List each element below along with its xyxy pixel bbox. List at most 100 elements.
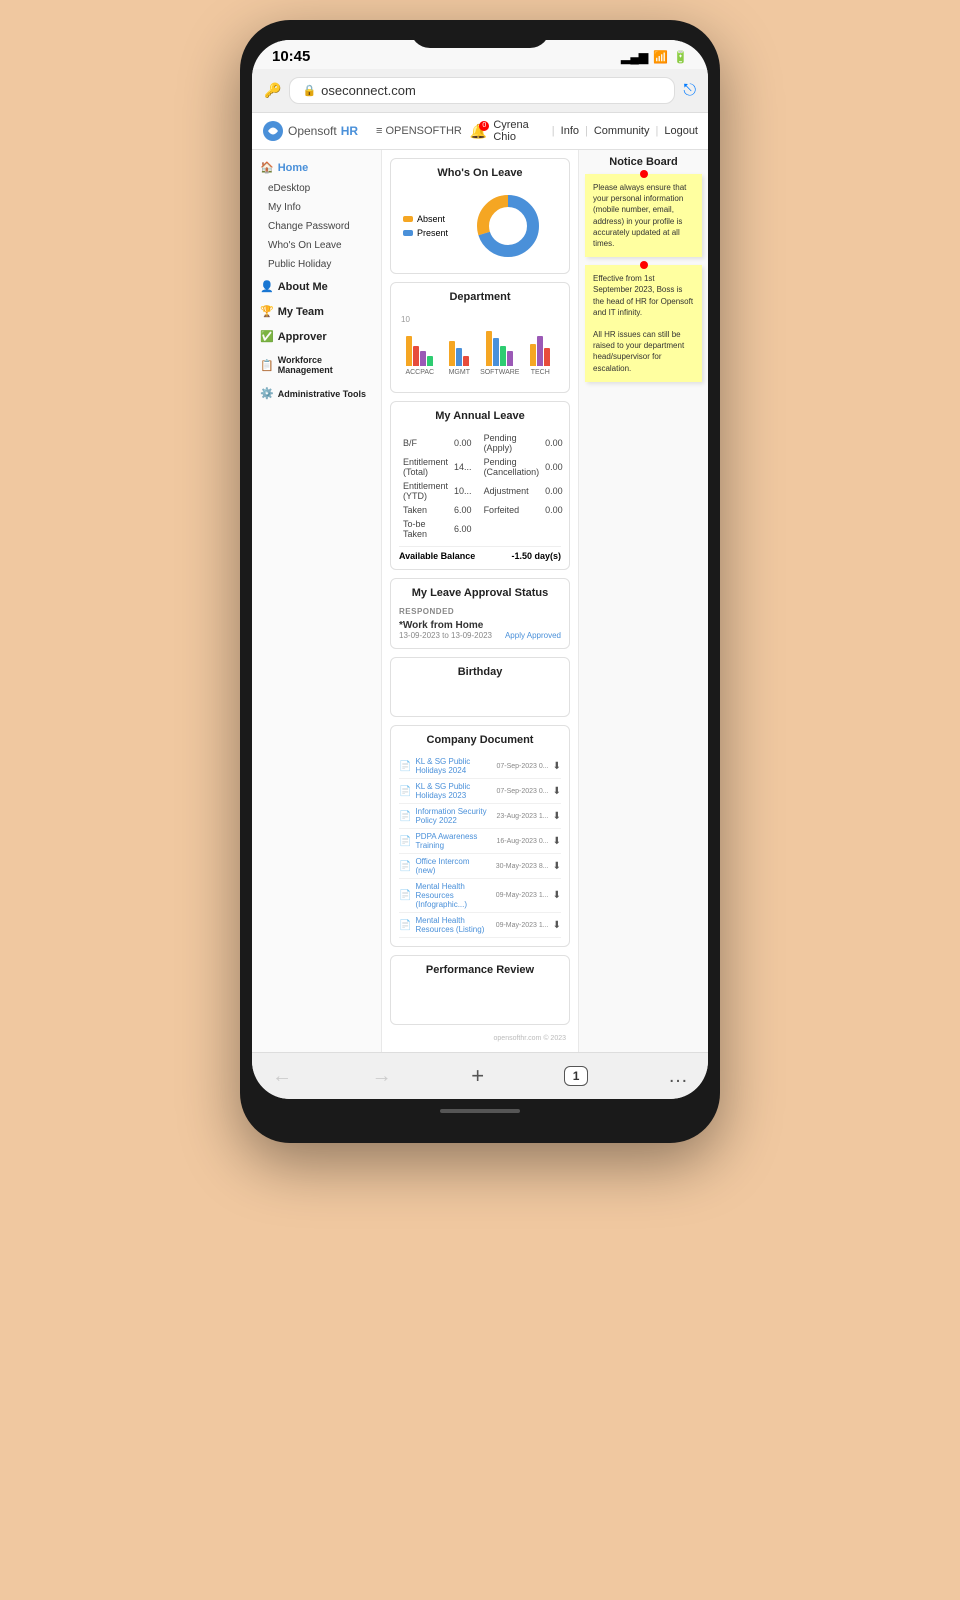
download-icon[interactable]: ⬇	[553, 861, 561, 872]
absent-label: Absent	[417, 214, 445, 224]
footer-copyright: opensofthr.com © 2023	[390, 1033, 570, 1044]
sidebar-item-admin-tools[interactable]: ⚙️ Administrative Tools	[252, 381, 381, 406]
admin-tools-label: Administrative Tools	[278, 389, 366, 399]
doc-name[interactable]: Mental Health Resources (Listing)	[415, 916, 491, 934]
leave-balance: Available Balance -1.50 day(s)	[399, 546, 561, 561]
browser-bar: 🔑 🔒 oseconnect.com ⎋	[252, 69, 708, 113]
doc-name[interactable]: Office Intercom (new)	[415, 857, 491, 875]
present-label: Present	[417, 228, 448, 238]
present-dot	[403, 230, 413, 236]
doc-list: 📄 KL & SG Public Holidays 2024 07-Sep-20…	[399, 754, 561, 938]
workforce-icon: 📋	[260, 359, 274, 372]
leave-row-value: 6.00	[452, 518, 474, 540]
whos-on-leave-card: Who's On Leave Absent Present	[390, 158, 570, 274]
bar-label-tech: TECH	[531, 369, 550, 376]
about-me-label: About Me	[278, 281, 328, 293]
download-icon[interactable]: ⬇	[553, 761, 561, 772]
absent-dot	[403, 216, 413, 222]
doc-date: 09-May-2023 1...	[496, 922, 549, 929]
more-options-button[interactable]: …	[668, 1065, 688, 1088]
bar-chart: ACCPAC MGMT	[401, 326, 559, 376]
notification-badge: 0	[479, 121, 489, 131]
department-chart: 10 ACCPAC	[399, 311, 561, 384]
my-team-label: My Team	[278, 306, 324, 318]
status-time: 10:45	[272, 48, 310, 65]
share-icon[interactable]: ⎋	[683, 82, 696, 100]
admin-tools-icon: ⚙️	[260, 387, 274, 400]
sticky-note-1: Please always ensure that your personal …	[585, 174, 702, 257]
nav-menu-trigger[interactable]: ≡ OPENSOFTHR	[376, 125, 462, 137]
sidebar-item-whos-on-leave[interactable]: Who's On Leave	[252, 236, 381, 255]
brand-logo: OpensoftHR	[262, 120, 358, 142]
nav-right: 🔔0 Cyrena Chio | Info | Community | Logo…	[470, 119, 698, 143]
leave-row-value2: 0.00	[543, 504, 565, 516]
sticky-note-2: Effective from 1st September 2023, Boss …	[585, 265, 702, 382]
balance-value: -1.50 day(s)	[511, 551, 561, 561]
list-item: 📄 Office Intercom (new) 30-May-2023 8...…	[399, 854, 561, 879]
sidebar-item-home[interactable]: 🏠 Home	[252, 156, 381, 179]
doc-date: 07-Sep-2023 0...	[496, 788, 548, 795]
add-tab-button[interactable]: +	[471, 1063, 484, 1089]
signal-icon: ▂▄▆	[621, 50, 648, 64]
doc-name[interactable]: Mental Health Resources (Infographic...)	[415, 882, 491, 909]
download-icon[interactable]: ⬇	[553, 811, 561, 822]
download-icon[interactable]: ⬇	[553, 890, 561, 901]
leave-row-value2: 0.00	[543, 456, 565, 478]
sidebar-item-my-team[interactable]: 🏆 My Team	[252, 299, 381, 324]
nav-sep1: |	[552, 125, 555, 137]
doc-name[interactable]: Information Security Policy 2022	[415, 807, 492, 825]
doc-icon: 📄	[399, 861, 411, 872]
notification-bell-icon[interactable]: 🔔0	[470, 123, 487, 140]
sticky-note-2-text: Effective from 1st September 2023, Boss …	[593, 274, 693, 373]
sidebar-item-change-password[interactable]: Change Password	[252, 217, 381, 236]
sidebar-home-label: Home	[278, 162, 309, 174]
performance-review-card: Performance Review	[390, 955, 570, 1025]
legend-item-present: Present	[403, 228, 448, 238]
bar	[449, 341, 455, 366]
download-icon[interactable]: ⬇	[553, 836, 561, 847]
sidebar-item-about-me[interactable]: 👤 About Me	[252, 274, 381, 299]
back-button[interactable]: ←	[272, 1065, 292, 1088]
top-nav: OpensoftHR ≡ OPENSOFTHR 🔔0 Cyrena Chio |…	[252, 113, 708, 150]
sticky-note-1-text: Please always ensure that your personal …	[593, 183, 686, 248]
doc-name[interactable]: KL & SG Public Holidays 2024	[415, 757, 492, 775]
sidebar-item-approver[interactable]: ✅ Approver	[252, 324, 381, 349]
leave-row-value: 14...	[452, 456, 474, 478]
forward-button[interactable]: →	[372, 1065, 392, 1088]
bar-group-accpac: ACCPAC	[401, 336, 439, 376]
doc-name[interactable]: KL & SG Public Holidays 2023	[415, 782, 492, 800]
nav-info-link[interactable]: Info	[561, 125, 579, 137]
tabs-count-button[interactable]: 1	[564, 1066, 589, 1086]
home-bar	[440, 1109, 520, 1113]
nav-sep3: |	[655, 125, 658, 137]
leave-row-label: Taken	[401, 504, 450, 516]
leave-row-label: B/F	[401, 432, 450, 454]
bar	[413, 346, 419, 366]
browser-url-bar[interactable]: 🔒 oseconnect.com	[289, 77, 675, 104]
sidebar-item-workforce[interactable]: 📋 Workforce Management	[252, 349, 381, 381]
sidebar-item-myinfo[interactable]: My Info	[252, 198, 381, 217]
download-icon[interactable]: ⬇	[553, 786, 561, 797]
nav-logout-link[interactable]: Logout	[664, 125, 698, 137]
download-icon[interactable]: ⬇	[553, 920, 561, 931]
nav-sep2: |	[585, 125, 588, 137]
bar	[507, 351, 513, 366]
bar	[463, 356, 469, 366]
department-title: Department	[399, 291, 561, 303]
sidebar-item-edesktop[interactable]: eDesktop	[252, 179, 381, 198]
annual-leave-table: B/F 0.00 Pending (Apply) 0.00 Entitlemen…	[399, 430, 567, 542]
table-row: B/F 0.00 Pending (Apply) 0.00	[401, 432, 565, 454]
bar	[493, 338, 499, 366]
list-item: 📄 Mental Health Resources (Infographic..…	[399, 879, 561, 913]
leave-row-label2: Pending (Cancellation)	[476, 456, 542, 478]
bar-label-mgmt: MGMT	[449, 369, 470, 376]
leave-legend: Absent Present	[403, 214, 448, 238]
doc-name[interactable]: PDPA Awareness Training	[415, 832, 492, 850]
nav-community-link[interactable]: Community	[594, 125, 650, 137]
app-container: OpensoftHR ≡ OPENSOFTHR 🔔0 Cyrena Chio |…	[252, 113, 708, 1052]
list-item: 📄 PDPA Awareness Training 16-Aug-2023 0.…	[399, 829, 561, 854]
sidebar: 🏠 Home eDesktop My Info Change Password …	[252, 150, 382, 1052]
sidebar-item-public-holiday[interactable]: Public Holiday	[252, 255, 381, 274]
doc-date: 09-May-2023 1...	[496, 892, 549, 899]
approver-icon: ✅	[260, 330, 274, 343]
